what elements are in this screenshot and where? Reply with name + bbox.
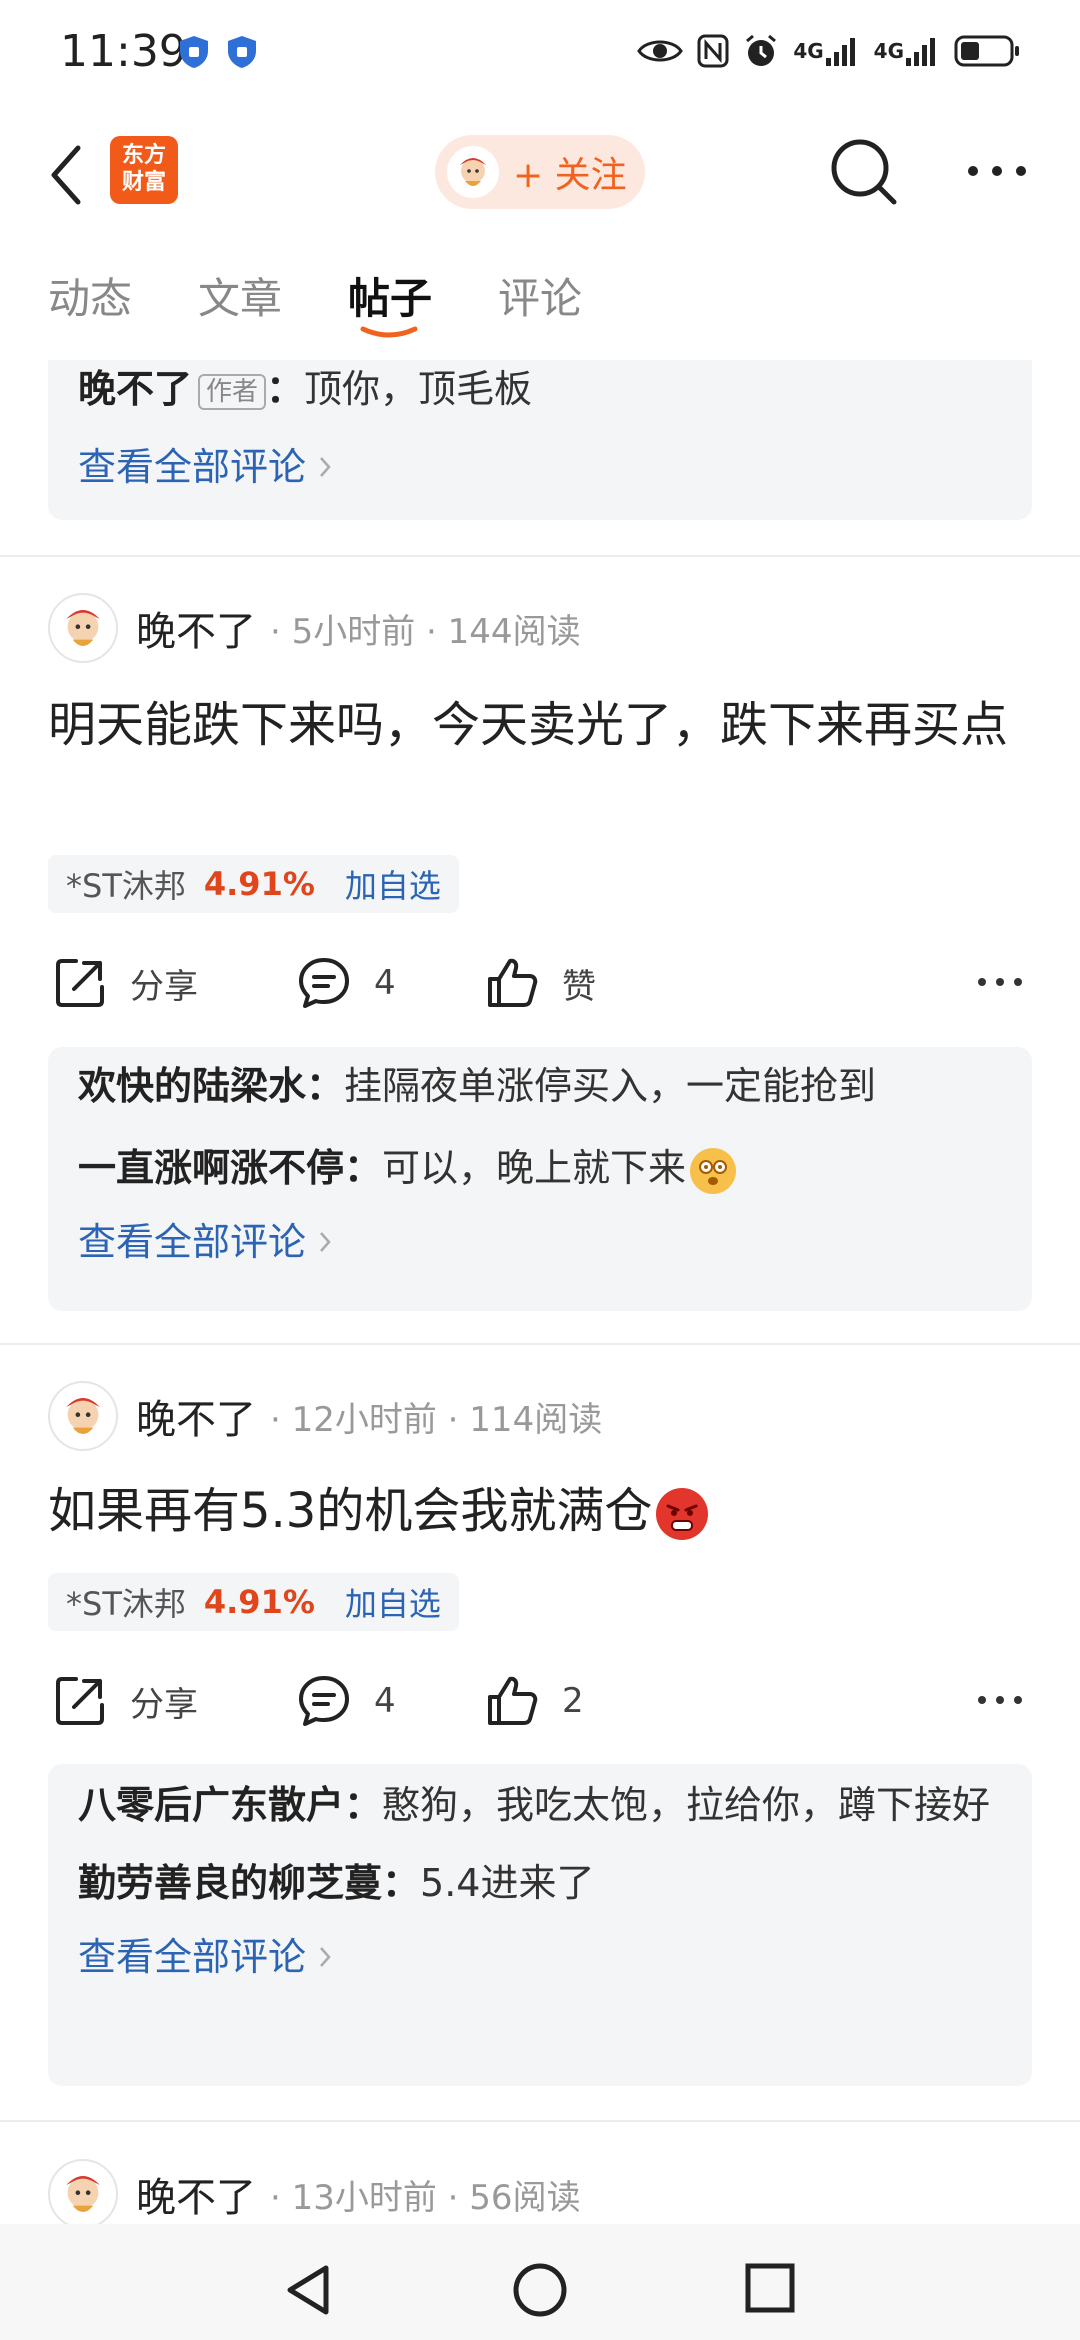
nfc-icon bbox=[697, 34, 729, 68]
dizzy-face-emoji-icon bbox=[690, 1147, 737, 1194]
post-meta: · 12小时前 · 114阅读 bbox=[270, 1399, 603, 1440]
signal-2: 4G bbox=[874, 28, 940, 74]
divider bbox=[0, 555, 1080, 557]
system-navigation-bar bbox=[0, 2224, 1080, 2340]
fortune-god-avatar-icon bbox=[66, 1398, 100, 1434]
add-watchlist-button[interactable]: 加自选 bbox=[345, 861, 441, 907]
post-meta: · 13小时前 · 56阅读 bbox=[270, 2177, 581, 2218]
comment-line: 勤劳善良的柳芝蔓：5.4进来了 bbox=[78, 1861, 595, 1905]
divider bbox=[0, 2120, 1080, 2122]
post-actions: 分享 4 赞 bbox=[48, 948, 1032, 1018]
alarm-icon bbox=[746, 34, 777, 66]
top-nav-bar: 东方 财富 + 关注 bbox=[0, 120, 1080, 230]
tab-bar: 动态 文章 帖子 评论 bbox=[0, 265, 1080, 345]
author-badge: 作者 bbox=[198, 373, 267, 410]
eastmoney-logo: 东方 财富 bbox=[110, 136, 178, 204]
comment-line: 八零后广东散户：憨狗，我吃太饱，拉给你，蹲下接好 bbox=[78, 1783, 991, 1827]
status-time: 11:39 bbox=[60, 26, 187, 77]
comment-line: 一直涨啊涨不停：可以，晚上就下来 bbox=[78, 1139, 1002, 1197]
shield-icon bbox=[228, 36, 256, 68]
tab-tiezi[interactable]: 帖子 bbox=[348, 265, 432, 326]
post-header: 晚不了 · 5小时前 · 144阅读 bbox=[48, 592, 1032, 664]
view-all-comments-link[interactable]: 查看全部评论 bbox=[78, 1213, 1002, 1271]
comment-icon bbox=[299, 958, 349, 1008]
comment-preview: 欢快的陆梁水：挂隔夜单涨停买入，一定能抢到 一直涨啊涨不停：可以，晚上就下来 查… bbox=[48, 1047, 1032, 1311]
comment-icon bbox=[299, 1676, 349, 1726]
tab-dongtai[interactable]: 动态 bbox=[48, 265, 132, 326]
post-header: 晚不了 · 13小时前 · 56阅读 bbox=[48, 2158, 1032, 2230]
comment-line: 欢快的陆梁水：挂隔夜单涨停买入，一定能抢到 bbox=[78, 1064, 877, 1108]
nav-home-icon[interactable] bbox=[512, 2262, 568, 2318]
share-button[interactable]: 分享 bbox=[52, 1666, 198, 1736]
username[interactable]: 晚不了 bbox=[136, 2165, 256, 2223]
avatar[interactable] bbox=[48, 593, 118, 663]
post-content[interactable]: 如果再有5.3的机会我就满仓 bbox=[48, 1476, 1038, 1546]
post-header: 晚不了 · 12小时前 · 114阅读 bbox=[48, 1380, 1032, 1452]
comment-preview: 晚不了 作者 ：顶你，顶毛板 查看全部评论 bbox=[48, 360, 1032, 520]
like-button[interactable]: 2 bbox=[484, 1666, 584, 1736]
signal-icon bbox=[825, 38, 855, 66]
shield-icon bbox=[180, 36, 208, 68]
battery-icon bbox=[954, 35, 1019, 67]
fortune-god-avatar-icon bbox=[66, 610, 100, 646]
signal-icon bbox=[906, 38, 935, 66]
follow-button[interactable]: + 关注 bbox=[435, 135, 645, 209]
username[interactable]: 晚不了 bbox=[136, 1387, 256, 1445]
divider bbox=[0, 1343, 1080, 1345]
post-content[interactable]: 明天能跌下来吗，今天卖光了，跌下来再买点 bbox=[48, 690, 1038, 760]
thumbs-up-icon bbox=[488, 958, 538, 1007]
avatar bbox=[447, 146, 499, 198]
share-button[interactable]: 分享 bbox=[52, 948, 198, 1018]
share-icon bbox=[56, 1677, 104, 1725]
username[interactable]: 晚不了 bbox=[136, 599, 256, 657]
chevron-right-icon bbox=[320, 457, 331, 477]
stock-tag[interactable]: *ST沐邦 4.91% 加自选 bbox=[48, 1573, 459, 1631]
nav-back-icon[interactable] bbox=[282, 2262, 334, 2318]
comment-preview: 八零后广东散户：憨狗，我吃太饱，拉给你，蹲下接好 勤劳善良的柳芝蔓：5.4进来了… bbox=[48, 1764, 1032, 2086]
eye-icon bbox=[637, 40, 684, 62]
more-icon[interactable] bbox=[965, 156, 1029, 186]
tab-wenzhang[interactable]: 文章 bbox=[198, 265, 282, 326]
nav-recents-icon[interactable] bbox=[744, 2262, 796, 2314]
view-all-comments-link[interactable]: 查看全部评论 bbox=[78, 438, 1002, 496]
back-arrow-icon[interactable] bbox=[42, 140, 92, 210]
fortune-god-avatar-icon bbox=[460, 158, 486, 186]
share-icon bbox=[56, 959, 104, 1007]
avatar[interactable] bbox=[48, 2159, 118, 2229]
like-button[interactable]: 赞 bbox=[484, 948, 596, 1018]
active-tab-indicator bbox=[360, 326, 418, 338]
tab-pinglun[interactable]: 评论 bbox=[498, 265, 582, 326]
signal-1: 4G bbox=[793, 28, 859, 74]
chevron-right-icon bbox=[320, 1947, 331, 1967]
post-actions: 分享 4 2 bbox=[48, 1666, 1032, 1736]
search-icon[interactable] bbox=[830, 138, 900, 208]
comment-button[interactable]: 4 bbox=[296, 948, 396, 1018]
add-watchlist-button[interactable]: 加自选 bbox=[345, 1579, 441, 1625]
avatar[interactable] bbox=[48, 1381, 118, 1451]
more-options-icon[interactable] bbox=[976, 970, 1024, 994]
status-bar: 11:39 4G 4G bbox=[0, 0, 1080, 100]
more-options-icon[interactable] bbox=[976, 1688, 1024, 1712]
chevron-right-icon bbox=[320, 1232, 331, 1252]
angry-face-emoji-icon bbox=[656, 1488, 709, 1540]
stock-tag[interactable]: *ST沐邦 4.91% 加自选 bbox=[48, 855, 459, 913]
thumbs-up-icon bbox=[488, 1676, 538, 1725]
view-all-comments-link[interactable]: 查看全部评论 bbox=[78, 1928, 1002, 1986]
fortune-god-avatar-icon bbox=[66, 2176, 100, 2212]
comment-line: 晚不了 作者 ：顶你，顶毛板 bbox=[78, 367, 533, 411]
post-meta: · 5小时前 · 144阅读 bbox=[270, 611, 581, 652]
comment-button[interactable]: 4 bbox=[296, 1666, 396, 1736]
